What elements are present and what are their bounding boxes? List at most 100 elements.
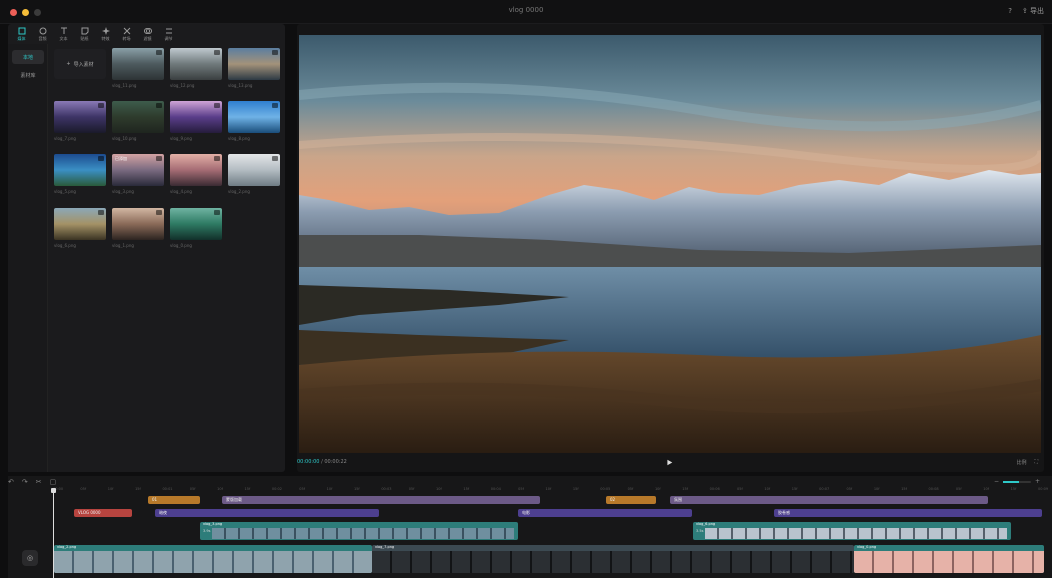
media-thumbnail[interactable] [54, 101, 106, 133]
select-checkbox[interactable] [272, 156, 278, 161]
toolbar-media[interactable]: 媒体 [12, 24, 31, 44]
total-time: 00:00:22 [324, 459, 347, 465]
audio-icon [39, 27, 46, 34]
media-thumbnail-label: vlog_5.png [54, 189, 76, 194]
effect-clip[interactable]: 蒙版加载 [222, 496, 540, 504]
media-thumbnail[interactable] [228, 154, 280, 186]
ruler-tick-label: 05f [408, 487, 415, 491]
zoom-out-icon[interactable]: − [994, 478, 999, 485]
ruler-tick-label: 15f [901, 487, 907, 491]
time-ruler: 00:00 05f 10f 15f 00:01 05f 10f 15f 00:02 05f 10f 1… [53, 487, 1048, 495]
overlay-track-clip[interactable]: vlog_6.png 3.5s [693, 522, 1011, 540]
toolbar-effects[interactable]: 特效 [96, 24, 115, 44]
media-thumbnail[interactable] [112, 208, 164, 240]
toolbar-label: 媒体 [17, 35, 26, 41]
media-thumbnail[interactable] [170, 154, 222, 186]
filter-clip[interactable]: 暗夜 [155, 509, 379, 517]
ruler-tick-label: 10f [764, 487, 771, 491]
media-panel: 媒体 音频 文本 贴纸 特效 转场 滤镜 调节 本地 素材库 [8, 24, 285, 472]
select-checkbox[interactable] [214, 103, 220, 108]
toolbar-audio[interactable]: 音频 [33, 24, 52, 44]
select-checkbox[interactable] [214, 210, 220, 215]
asset-toolbar: 媒体 音频 文本 贴纸 特效 转场 滤镜 调节 [8, 24, 285, 44]
select-checkbox[interactable] [156, 156, 162, 161]
ruler-tick-label: 05f [189, 487, 196, 491]
sticker-clip[interactable]: 01 [148, 496, 200, 504]
ruler-tick-label: 05f [955, 487, 962, 491]
ruler-tick-label: 00:04 [490, 487, 501, 491]
timecode: 00:00:00 / 00:00:22 [297, 459, 347, 465]
filter-icon [143, 27, 152, 34]
zoom-slider[interactable] [1002, 480, 1031, 483]
media-thumbnail-label: vlog_13.png [228, 83, 253, 88]
select-checkbox[interactable] [98, 103, 104, 108]
select-checkbox[interactable] [156, 103, 162, 108]
ruler-tick-label: 15f [135, 487, 141, 491]
text-icon [60, 27, 67, 34]
select-checkbox[interactable] [156, 210, 162, 215]
window-title: vlog 0000 [508, 6, 544, 14]
overlay-track-clip[interactable]: vlog_3.png 3.9s [200, 522, 518, 540]
effect-clip[interactable]: 氛围 [670, 496, 988, 504]
help-icon[interactable]: ? [1008, 7, 1012, 15]
media-thumbnail[interactable] [112, 48, 164, 80]
ruler-tick-label: 05f [518, 487, 524, 491]
filter-clip[interactable]: 胶卷感 [774, 509, 1042, 517]
media-thumbnail[interactable]: 已添加 [112, 154, 164, 186]
sidebar-item-library[interactable]: 素材库 [12, 68, 44, 82]
select-checkbox[interactable] [156, 50, 162, 55]
preview-panel [297, 24, 1044, 472]
cover-button[interactable]: ◎ [22, 550, 38, 566]
ruler-tick-label: 05f [737, 487, 743, 491]
toolbar-label: 调节 [164, 35, 173, 41]
playhead[interactable] [51, 488, 56, 578]
main-track-clip[interactable]: vlog_7.png [372, 545, 854, 573]
select-checkbox[interactable] [98, 210, 104, 215]
import-media-button[interactable]: + 导入素材 [54, 49, 106, 79]
current-time: 00:00:00 [297, 459, 320, 465]
media-thumbnail[interactable] [54, 208, 106, 240]
toolbar-transition[interactable]: 转场 [117, 24, 136, 44]
sticker-clip[interactable]: 02 [606, 496, 656, 504]
media-thumbnail[interactable] [228, 48, 280, 80]
ruler-tick-label: 00:02 [271, 487, 282, 491]
toolbar-label: 音频 [38, 35, 47, 41]
play-icon[interactable] [666, 459, 673, 466]
select-checkbox[interactable] [98, 156, 104, 161]
media-thumbnail[interactable] [112, 101, 164, 133]
ruler-tick-label: 05f [627, 487, 634, 491]
media-thumbnail-label: vlog_1.png [112, 243, 134, 248]
media-thumbnail[interactable] [170, 208, 222, 240]
select-checkbox[interactable] [272, 103, 278, 108]
select-checkbox[interactable] [272, 50, 278, 55]
toolbar-adjust[interactable]: 调节 [159, 24, 178, 44]
media-thumbnail[interactable] [228, 101, 280, 133]
fullscreen-icon[interactable]: ⛶ [1034, 459, 1038, 466]
ruler-tick-label: 00:07 [819, 487, 830, 491]
timeline-zoom: − + [994, 478, 1040, 485]
toolbar-sticker[interactable]: 贴纸 [75, 24, 94, 44]
media-thumbnail[interactable] [170, 48, 222, 80]
export-button[interactable]: ⇪ 导出 [1022, 6, 1044, 16]
ruler-tick-label: 10f [873, 487, 880, 491]
plus-icon: + [66, 61, 71, 67]
ruler-tick-label: 05f [80, 487, 87, 491]
select-checkbox[interactable] [214, 156, 220, 161]
ruler-tick-label: 15f [1010, 487, 1017, 491]
ratio-button[interactable]: 比例 [1016, 459, 1026, 466]
undo-icon[interactable]: ↶ [8, 478, 14, 486]
sidebar-item-local[interactable]: 本地 [12, 50, 44, 64]
select-checkbox[interactable] [214, 50, 220, 55]
main-track-clip[interactable]: vlog_2.png [54, 545, 372, 573]
split-icon[interactable]: ✂ [36, 478, 42, 486]
media-thumbnail[interactable] [54, 154, 106, 186]
zoom-in-icon[interactable]: + [1035, 478, 1040, 485]
delete-icon[interactable]: ▢ [50, 478, 57, 486]
redo-icon[interactable]: ↷ [22, 478, 28, 486]
filter-clip[interactable]: 电影 [518, 509, 692, 517]
main-track-clip[interactable]: vlog_0.png [854, 545, 1044, 573]
text-clip[interactable]: VLOG 0000 [74, 509, 132, 517]
toolbar-text[interactable]: 文本 [54, 24, 73, 44]
toolbar-filter[interactable]: 滤镜 [138, 24, 157, 44]
media-thumbnail[interactable] [170, 101, 222, 133]
